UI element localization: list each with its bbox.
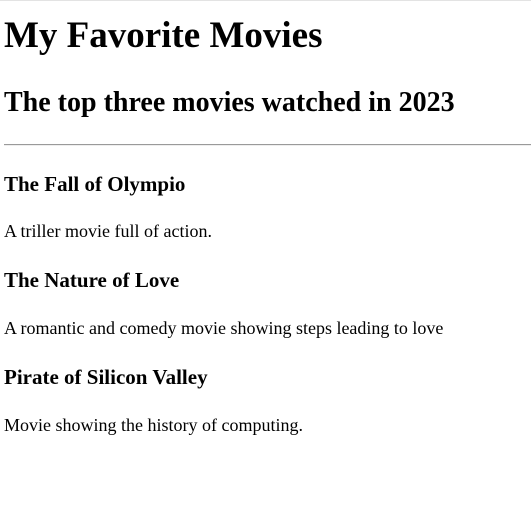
movie-page: My Favorite Movies The top three movies … (0, 0, 531, 509)
page-subtitle: The top three movies watched in 2023 (4, 87, 455, 118)
movie-description: A triller movie full of action. (4, 221, 212, 241)
movie-description: A romantic and comedy movie showing step… (4, 318, 444, 338)
movie-title: The Nature of Love (4, 268, 180, 292)
movie-title: The Fall of Olympio (4, 172, 186, 196)
movie-description: Movie showing the history of computing. (4, 415, 303, 435)
section-divider (4, 144, 531, 146)
page-title: My Favorite Movies (4, 15, 323, 56)
movie-title: Pirate of Silicon Valley (4, 365, 208, 389)
